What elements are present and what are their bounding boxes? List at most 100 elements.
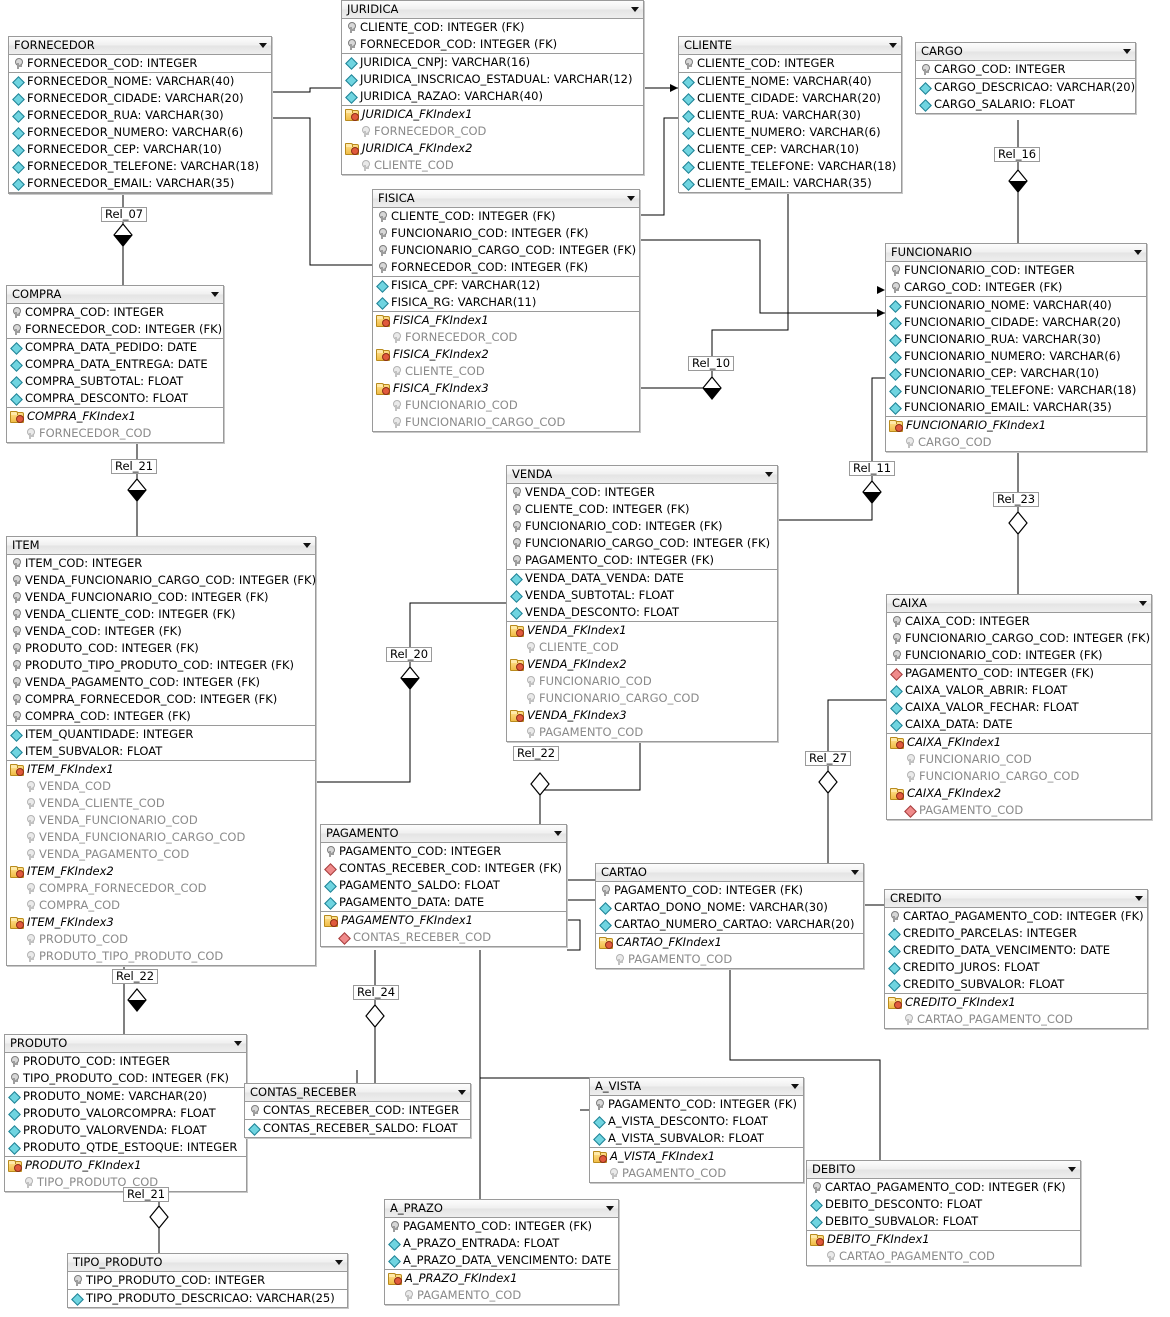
relationship-label-rel_07[interactable]: Rel_07 xyxy=(101,207,148,222)
attribute-row[interactable]: PAGAMENTO_COD: INTEGER (FK) xyxy=(887,665,1151,682)
attribute-row[interactable]: CONTAS_RECEBER_SALDO: FLOAT xyxy=(245,1120,470,1137)
attribute-row[interactable]: CREDITO_DATA_VENCIMENTO: DATE xyxy=(885,942,1147,959)
attribute-row[interactable]: PRODUTO_QTDE_ESTOQUE: INTEGER xyxy=(5,1139,246,1156)
index-row[interactable]: CREDITO_FKIndex1 xyxy=(885,994,1147,1011)
entity-tipo_produto[interactable]: TIPO_PRODUTO TIPO_PRODUTO_COD: INTEGER TIP… xyxy=(67,1253,348,1308)
entity-header-cliente[interactable]: CLIENTE xyxy=(679,37,901,55)
index-column-row[interactable]: FUNCIONARIO_COD xyxy=(887,751,1151,768)
attribute-row[interactable]: ITEM_SUBVALOR: FLOAT xyxy=(7,743,315,760)
attribute-row[interactable]: CARGO_COD: INTEGER xyxy=(916,61,1135,78)
attribute-row[interactable]: FUNCIONARIO_NOME: VARCHAR(40) xyxy=(886,297,1146,314)
entity-caixa[interactable]: CAIXA CAIXA_COD: INTEGER FUNCIONARIO_CARGO… xyxy=(886,594,1152,820)
attribute-row[interactable]: ITEM_QUANTIDADE: INTEGER xyxy=(7,726,315,743)
index-column-row[interactable]: VENDA_CLIENTE_COD xyxy=(7,795,315,812)
attribute-row[interactable]: FISICA_CPF: VARCHAR(12) xyxy=(373,277,639,294)
index-column-row[interactable]: FUNCIONARIO_CARGO_COD xyxy=(887,768,1151,785)
attribute-row[interactable]: CLIENTE_COD: INTEGER xyxy=(679,55,901,72)
entity-header-pagamento[interactable]: PAGAMENTO xyxy=(321,825,566,843)
attribute-row[interactable]: FORNECEDOR_NUMERO: VARCHAR(6) xyxy=(9,124,271,141)
attribute-row[interactable]: FORNECEDOR_TELEFONE: VARCHAR(18) xyxy=(9,158,271,175)
attribute-row[interactable]: CLIENTE_COD: INTEGER (FK) xyxy=(342,19,643,36)
relationship-label-rel_21b[interactable]: Rel_21 xyxy=(123,1187,170,1202)
entity-header-funcionario[interactable]: FUNCIONARIO xyxy=(886,244,1146,262)
index-column-row[interactable]: VENDA_FUNCIONARIO_COD xyxy=(7,812,315,829)
chevron-down-icon[interactable] xyxy=(211,292,219,297)
attribute-row[interactable]: VENDA_FUNCIONARIO_CARGO_COD: INTEGER (FK… xyxy=(7,572,316,589)
index-column-row[interactable]: PRODUTO_COD xyxy=(7,931,315,948)
attribute-row[interactable]: FUNCIONARIO_CARGO_COD: INTEGER (FK) xyxy=(373,242,639,259)
chevron-down-icon[interactable] xyxy=(303,543,311,548)
attribute-row[interactable]: CAIXA_VALOR_ABRIR: FLOAT xyxy=(887,682,1151,699)
relationship-label-rel_11[interactable]: Rel_11 xyxy=(849,461,896,476)
attribute-row[interactable]: CREDITO_JUROS: FLOAT xyxy=(885,959,1147,976)
index-column-row[interactable]: FUNCIONARIO_CARGO_COD xyxy=(507,690,777,707)
attribute-row[interactable]: CAIXA_COD: INTEGER xyxy=(887,613,1151,630)
index-column-row[interactable]: PAGAMENTO_COD xyxy=(887,802,1151,819)
index-column-row[interactable]: COMPRA_COD xyxy=(7,897,315,914)
chevron-down-icon[interactable] xyxy=(335,1260,343,1265)
attribute-row[interactable]: FUNCIONARIO_EMAIL: VARCHAR(35) xyxy=(886,399,1146,416)
attribute-row[interactable]: FORNECEDOR_RUA: VARCHAR(30) xyxy=(9,107,271,124)
attribute-row[interactable]: CLIENTE_NOME: VARCHAR(40) xyxy=(679,73,901,90)
attribute-row[interactable]: FORNECEDOR_NOME: VARCHAR(40) xyxy=(9,73,271,90)
attribute-row[interactable]: FUNCIONARIO_CARGO_COD: INTEGER (FK) xyxy=(887,630,1151,647)
chevron-down-icon[interactable] xyxy=(627,196,635,201)
chevron-down-icon[interactable] xyxy=(1068,1167,1076,1172)
chevron-down-icon[interactable] xyxy=(1135,896,1143,901)
attribute-row[interactable]: CARTAO_PAGAMENTO_COD: INTEGER (FK) xyxy=(807,1179,1080,1196)
index-column-row[interactable]: VENDA_PAGAMENTO_COD xyxy=(7,846,315,863)
attribute-row[interactable]: FORNECEDOR_COD: INTEGER xyxy=(9,55,271,72)
attribute-row[interactable]: VENDA_DESCONTO: FLOAT xyxy=(507,604,777,621)
index-row[interactable]: DEBITO_FKIndex1 xyxy=(807,1231,1080,1248)
attribute-row[interactable]: CAIXA_VALOR_FECHAR: FLOAT xyxy=(887,699,1151,716)
entity-produto[interactable]: PRODUTO PRODUTO_COD: INTEGER TIPO_PRODUTO_… xyxy=(4,1034,247,1192)
index-column-row[interactable]: FUNCIONARIO_CARGO_COD xyxy=(373,414,639,431)
relationship-label-rel_10[interactable]: Rel_10 xyxy=(688,356,735,371)
chevron-down-icon[interactable] xyxy=(631,7,639,12)
entity-header-compra[interactable]: COMPRA xyxy=(7,286,223,304)
attribute-row[interactable]: FUNCIONARIO_CARGO_COD: INTEGER (FK) xyxy=(507,535,777,552)
chevron-down-icon[interactable] xyxy=(889,43,897,48)
attribute-row[interactable]: CLIENTE_NUMERO: VARCHAR(6) xyxy=(679,124,901,141)
attribute-row[interactable]: FUNCIONARIO_TELEFONE: VARCHAR(18) xyxy=(886,382,1146,399)
index-row[interactable]: JURIDICA_FKIndex1 xyxy=(342,106,643,123)
attribute-row[interactable]: VENDA_COD: INTEGER xyxy=(507,484,777,501)
relationship-label-rel_16[interactable]: Rel_16 xyxy=(994,147,1041,162)
entity-header-venda[interactable]: VENDA xyxy=(507,466,777,484)
index-row[interactable]: A_VISTA_FKIndex1 xyxy=(590,1148,803,1165)
attribute-row[interactable]: CARGO_COD: INTEGER (FK) xyxy=(886,279,1146,296)
entity-juridica[interactable]: JURIDICA CLIENTE_COD: INTEGER (FK) FORNECE… xyxy=(341,0,644,175)
chevron-down-icon[interactable] xyxy=(1134,250,1142,255)
index-row[interactable]: ITEM_FKIndex3 xyxy=(7,914,315,931)
index-column-row[interactable]: COMPRA_FORNECEDOR_COD xyxy=(7,880,315,897)
index-column-row[interactable]: CLIENTE_COD xyxy=(373,363,639,380)
attribute-row[interactable]: PAGAMENTO_DATA: DATE xyxy=(321,894,566,911)
attribute-row[interactable]: VENDA_FUNCIONARIO_COD: INTEGER (FK) xyxy=(7,589,315,606)
attribute-row[interactable]: CREDITO_SUBVALOR: FLOAT xyxy=(885,976,1147,993)
index-column-row[interactable]: PAGAMENTO_COD xyxy=(507,724,777,741)
relationship-label-rel_27[interactable]: Rel_27 xyxy=(805,751,852,766)
attribute-row[interactable]: PRODUTO_TIPO_PRODUTO_COD: INTEGER (FK) xyxy=(7,657,315,674)
index-row[interactable]: VENDA_FKIndex3 xyxy=(507,707,777,724)
entity-credito[interactable]: CREDITO CARTAO_PAGAMENTO_COD: INTEGER (FK… xyxy=(884,889,1148,1029)
attribute-row[interactable]: COMPRA_DESCONTO: FLOAT xyxy=(7,390,223,407)
entity-compra[interactable]: COMPRA COMPRA_COD: INTEGER FORNECEDOR_COD:… xyxy=(6,285,224,443)
index-row[interactable]: COMPRA_FKIndex1 xyxy=(7,408,223,425)
index-row[interactable]: FISICA_FKIndex3 xyxy=(373,380,639,397)
relationship-label-rel_24[interactable]: Rel_24 xyxy=(353,985,400,1000)
attribute-row[interactable]: JURIDICA_RAZAO: VARCHAR(40) xyxy=(342,88,643,105)
index-row[interactable]: CARTAO_FKIndex1 xyxy=(596,934,863,951)
attribute-row[interactable]: PAGAMENTO_SALDO: FLOAT xyxy=(321,877,566,894)
attribute-row[interactable]: COMPRA_COD: INTEGER xyxy=(7,304,223,321)
attribute-row[interactable]: PRODUTO_COD: INTEGER (FK) xyxy=(7,640,315,657)
relationship-label-rel_20[interactable]: Rel_20 xyxy=(386,647,433,662)
attribute-row[interactable]: FORNECEDOR_COD: INTEGER (FK) xyxy=(373,259,639,276)
attribute-row[interactable]: DEBITO_SUBVALOR: FLOAT xyxy=(807,1213,1080,1230)
entity-header-produto[interactable]: PRODUTO xyxy=(5,1035,246,1053)
relationship-label-rel_21a[interactable]: Rel_21 xyxy=(111,459,158,474)
attribute-row[interactable]: CARTAO_PAGAMENTO_COD: INTEGER (FK) xyxy=(885,908,1147,925)
entity-a_prazo[interactable]: A_PRAZO PAGAMENTO_COD: INTEGER (FK) A_PRAZ… xyxy=(384,1199,619,1305)
index-row[interactable]: VENDA_FKIndex1 xyxy=(507,622,777,639)
attribute-row[interactable]: A_VISTA_SUBVALOR: FLOAT xyxy=(590,1130,803,1147)
entity-cliente[interactable]: CLIENTE CLIENTE_COD: INTEGER CLIENTE_NOME:… xyxy=(678,36,902,193)
